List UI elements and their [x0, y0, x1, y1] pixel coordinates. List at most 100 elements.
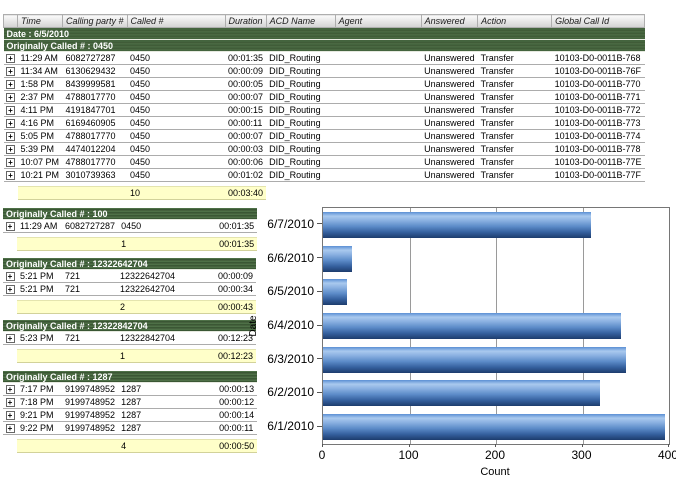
cell: 10:21 PM	[18, 169, 63, 182]
group-total-count: 1	[118, 238, 216, 251]
total-empty	[335, 187, 421, 200]
column-header: Global Call Id	[552, 15, 645, 28]
expand-row-button[interactable]: +	[6, 54, 15, 63]
expander-cell: +	[4, 143, 18, 156]
cell: Transfer	[478, 130, 552, 143]
cell: Transfer	[478, 52, 552, 65]
cell: 1:58 PM	[18, 78, 63, 91]
call-group-section: Originally Called # : 100+11:29 AM608272…	[3, 208, 257, 251]
cell: 00:00:11	[225, 117, 266, 130]
cell: Unanswered	[421, 65, 478, 78]
cell: 4788017770	[63, 91, 128, 104]
expander-cell: +	[4, 65, 18, 78]
cell: 11:29 AM	[17, 220, 62, 233]
cell: 10:07 PM	[18, 156, 63, 169]
cell: 721	[62, 283, 117, 296]
expand-row-button[interactable]: +	[6, 67, 15, 76]
y-axis-label: 6/2/2010	[267, 385, 314, 399]
group-total-count: 2	[117, 301, 215, 314]
cell: 10103-D0-0011B-778	[552, 143, 645, 156]
chart-bar	[323, 414, 665, 440]
y-axis-label: 6/6/2010	[267, 251, 314, 265]
total-empty	[17, 440, 62, 453]
call-row: +5:21 PM7211232264270400:00:09	[3, 270, 256, 283]
expander-cell	[4, 187, 18, 200]
cell: DID_Routing	[266, 78, 335, 91]
cell: Transfer	[478, 91, 552, 104]
cell: DID_Routing	[266, 169, 335, 182]
expand-row-button[interactable]: +	[6, 119, 15, 128]
x-axis-tick	[495, 444, 496, 447]
call-group-section: Originally Called # : 1287+7:17 PM919974…	[3, 371, 257, 453]
y-axis-row: 6/5/2010	[250, 274, 322, 308]
group-header-band-label: Originally Called # : 100	[3, 208, 257, 220]
cell: 0450	[127, 130, 225, 143]
total-empty	[266, 187, 335, 200]
expand-row-button[interactable]: +	[6, 272, 15, 281]
group-header-band: Originally Called # : 100	[3, 208, 257, 220]
expand-row-button[interactable]: +	[6, 145, 15, 154]
expand-row-button[interactable]: +	[6, 132, 15, 141]
cell: Transfer	[478, 143, 552, 156]
column-header: Agent	[335, 15, 421, 28]
expand-row-button[interactable]: +	[6, 106, 15, 115]
cell: 9199748952	[62, 409, 118, 422]
cell: Transfer	[478, 104, 552, 117]
cell: DID_Routing	[266, 104, 335, 117]
expand-row-button[interactable]: +	[6, 171, 15, 180]
cell: 10103-D0-0011B-772	[552, 104, 645, 117]
expand-row-button[interactable]: +	[6, 158, 15, 167]
cell: 4:11 PM	[18, 104, 63, 117]
expand-row-button[interactable]: +	[6, 398, 15, 407]
call-row: +11:29 AM6082727287045000:01:35DID_Routi…	[4, 52, 645, 65]
expand-row-button[interactable]: +	[6, 424, 15, 433]
chart-bar	[323, 246, 352, 272]
cell: 00:01:02	[225, 169, 266, 182]
call-row: +4:11 PM4191847701045000:00:15DID_Routin…	[4, 104, 645, 117]
cell: 4788017770	[63, 156, 128, 169]
expander-cell: +	[4, 156, 18, 169]
cell: 10103-D0-0011B-77E	[552, 156, 645, 169]
cell: 10103-D0-0011B-770	[552, 78, 645, 91]
cell: 00:00:03	[225, 143, 266, 156]
expand-row-button[interactable]: +	[6, 93, 15, 102]
cell: 00:01:35	[225, 52, 266, 65]
call-row: +5:39 PM4474012204045000:00:03DID_Routin…	[4, 143, 645, 156]
group-header-band: Originally Called # : 12322842704	[3, 320, 256, 332]
cell: 4474012204	[63, 143, 128, 156]
call-group-section: Originally Called # : 12322642704+5:21 P…	[3, 258, 256, 314]
call-row: +1:58 PM8439999581045000:00:05DID_Routin…	[4, 78, 645, 91]
cell: Transfer	[478, 117, 552, 130]
expander-cell	[3, 350, 17, 363]
cell: 5:23 PM	[17, 332, 62, 345]
expand-row-button[interactable]: +	[6, 385, 15, 394]
group-header-band: Originally Called # : 0450	[4, 40, 645, 52]
cell: 6130629432	[63, 65, 128, 78]
cell: 10103-D0-0011B-768	[552, 52, 645, 65]
chart-x-axis: 0100200300400	[322, 444, 668, 462]
expand-row-button[interactable]: +	[6, 334, 15, 343]
x-axis-label: 200	[485, 448, 505, 462]
cell: Unanswered	[421, 169, 478, 182]
cell: Unanswered	[421, 104, 478, 117]
chart-y-axis: 6/7/20106/6/20106/5/20106/4/20106/3/2010…	[250, 207, 322, 443]
chart-plot-area	[322, 207, 670, 445]
cell: 1287	[118, 422, 216, 435]
cell: 00:00:07	[225, 130, 266, 143]
call-row: +10:21 PM3010739363045000:01:02DID_Routi…	[4, 169, 645, 182]
group-header-band: Originally Called # : 12322642704	[3, 258, 256, 270]
expander-cell: +	[4, 117, 18, 130]
expand-row-button[interactable]: +	[6, 80, 15, 89]
bar-slot	[323, 343, 669, 377]
cell	[335, 156, 421, 169]
expand-row-button[interactable]: +	[6, 285, 15, 294]
expander-cell	[3, 301, 17, 314]
call-table: Originally Called # : 12322642704+5:21 P…	[3, 258, 256, 314]
cell: 0450	[127, 156, 225, 169]
expand-row-button[interactable]: +	[6, 411, 15, 420]
cell: Unanswered	[421, 143, 478, 156]
expand-row-button[interactable]: +	[6, 222, 15, 231]
chart-bars	[323, 208, 669, 444]
date-band-label: Date : 6/5/2010	[4, 28, 645, 40]
call-row: +5:05 PM4788017770045000:00:07DID_Routin…	[4, 130, 645, 143]
